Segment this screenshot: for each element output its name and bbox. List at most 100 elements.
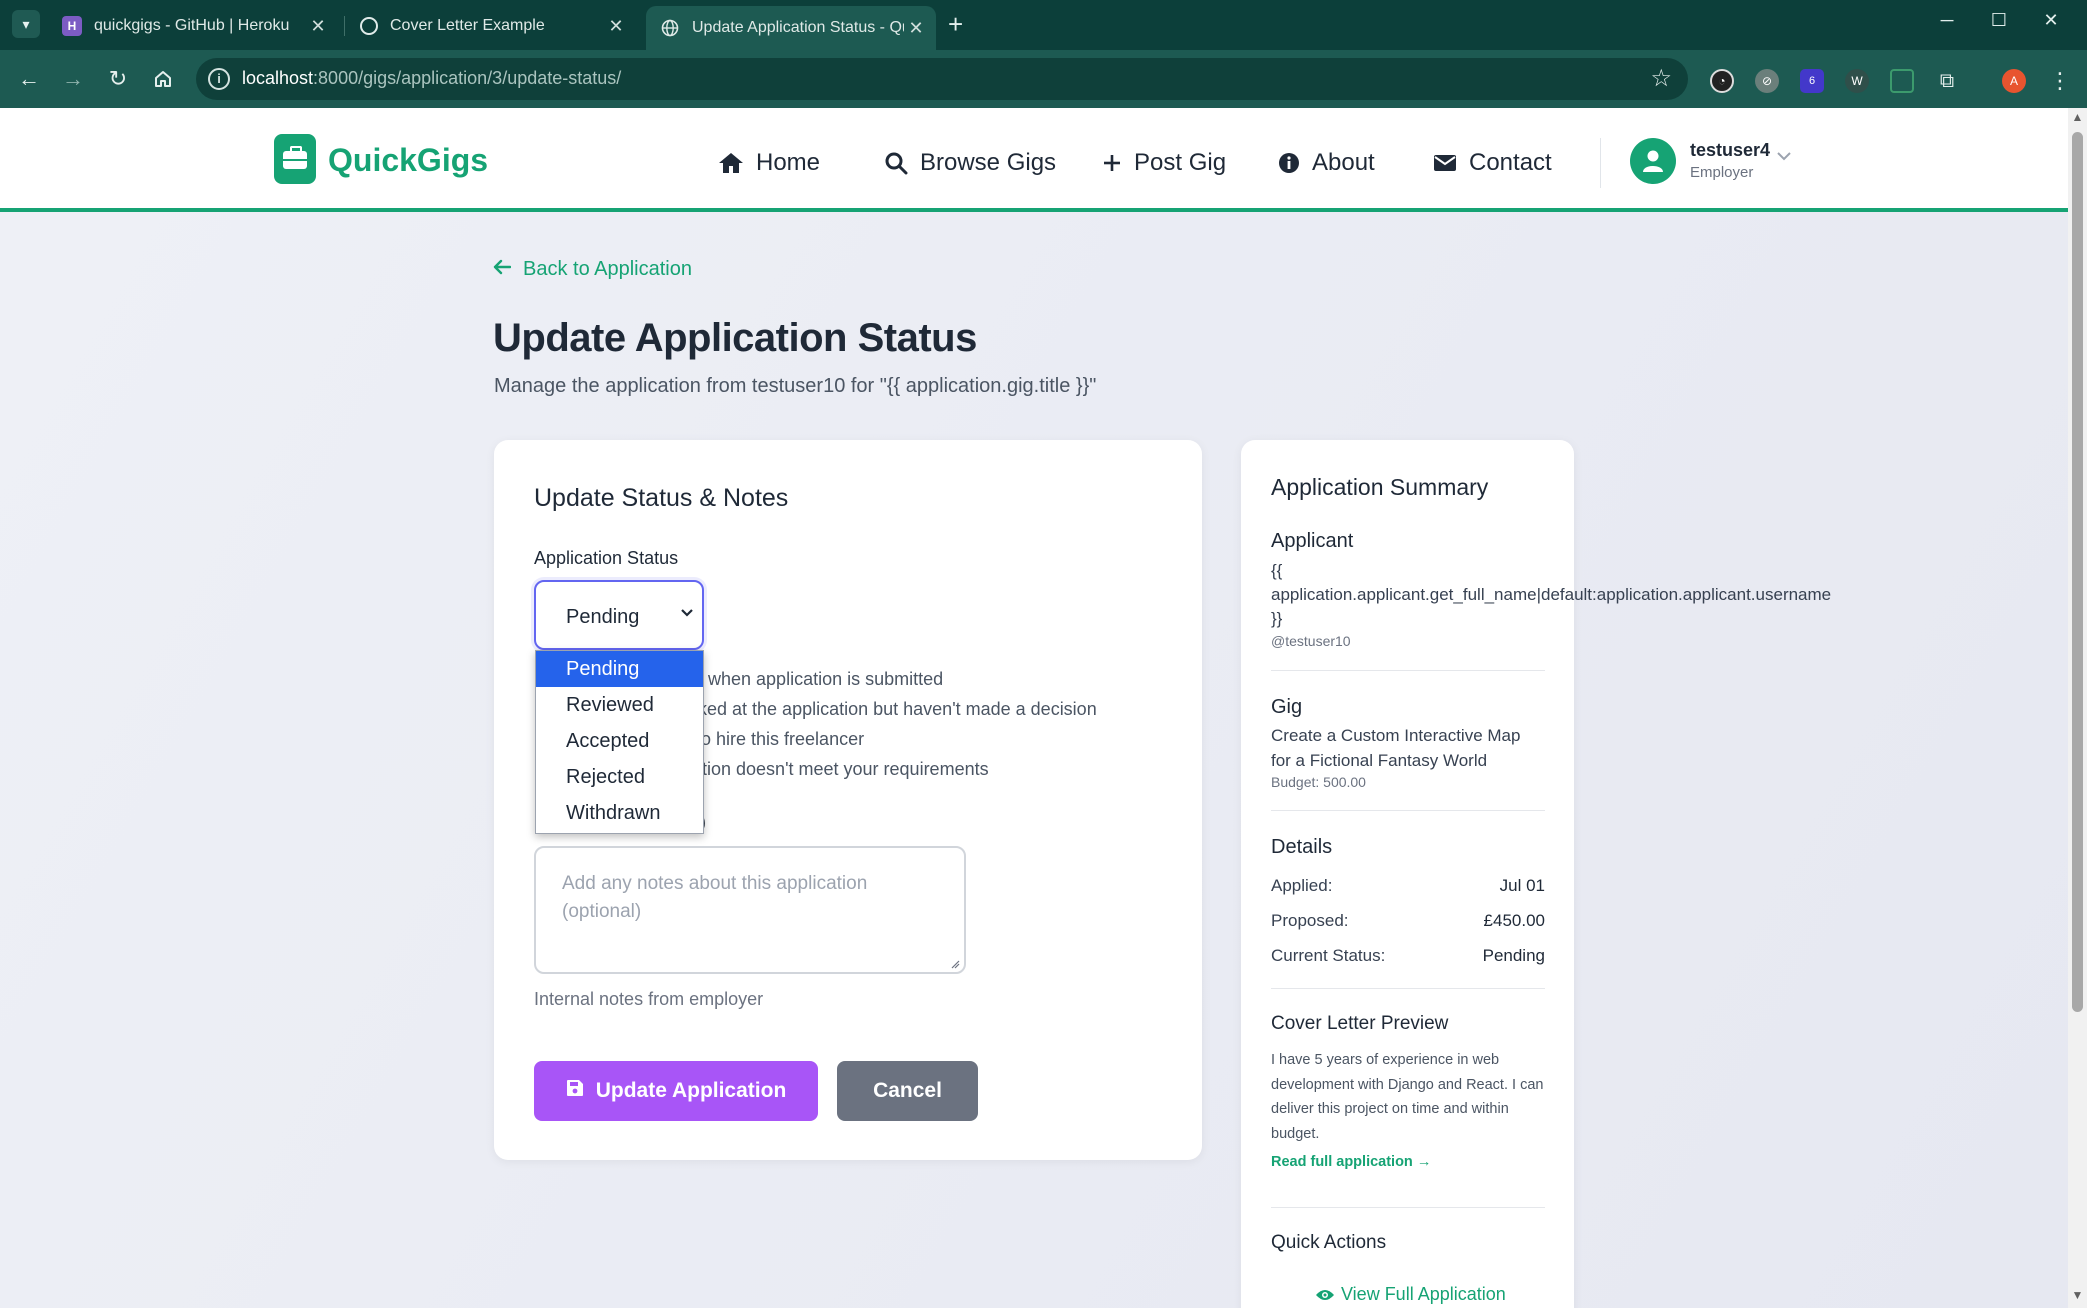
- nav-browse-gigs[interactable]: Browse Gigs: [884, 146, 1056, 180]
- notes-help-text: Internal notes from employer: [534, 989, 764, 1009]
- extension-icon[interactable]: 6: [1800, 69, 1824, 93]
- forward-arrow-icon[interactable]: →: [58, 64, 88, 94]
- briefcase-logo-icon[interactable]: [274, 134, 316, 184]
- detail-applied-value: Jul 01: [1499, 876, 1545, 895]
- globe-favicon-icon: [660, 18, 680, 38]
- nav-label: About: [1312, 149, 1375, 176]
- close-tab-icon[interactable]: ✕: [904, 18, 928, 39]
- detail-applied-label: Applied:: [1271, 876, 1333, 895]
- back-link-label: Back to Application: [523, 258, 692, 280]
- nav-label: Post Gig: [1134, 149, 1227, 176]
- nav-label: Contact: [1469, 149, 1552, 176]
- extension-icon[interactable]: ⊘: [1755, 69, 1779, 93]
- applicant-template-close: }}: [1271, 609, 1283, 628]
- browser-tab-active[interactable]: Update Application Status - QuickGigs ✕: [646, 6, 936, 50]
- address-bar[interactable]: i localhost:8000/gigs/application/3/upda…: [196, 58, 1688, 100]
- cover-letter-heading: Cover Letter Preview: [1271, 1013, 1449, 1034]
- resize-grip-icon[interactable]: [950, 959, 960, 969]
- minimize-icon[interactable]: ─: [1927, 10, 1967, 31]
- extension-icon[interactable]: W: [1845, 69, 1869, 93]
- heroku-favicon-icon: H: [62, 16, 82, 36]
- status-select[interactable]: Pending: [534, 580, 704, 650]
- update-button-label: Update Application: [595, 1079, 787, 1102]
- view-full-application-link[interactable]: View Full Application: [1315, 1284, 1506, 1305]
- extension-icon[interactable]: ◔: [1710, 69, 1734, 93]
- brand-logo[interactable]: QuickGigs: [328, 142, 488, 179]
- notes-placeholder: Add any notes about this application (op…: [562, 873, 868, 922]
- scrollbar-thumb[interactable]: [2072, 132, 2083, 1012]
- status-option-rejected[interactable]: Rejected: [536, 759, 703, 795]
- scroll-down-arrow-icon[interactable]: ▼: [2071, 1288, 2084, 1302]
- detail-proposed-label: Proposed:: [1271, 911, 1349, 930]
- site-header: QuickGigs Home Browse Gigs Post Gig Abou…: [0, 108, 2068, 212]
- nav-about[interactable]: About: [1278, 146, 1375, 180]
- nav-home[interactable]: Home: [718, 146, 820, 180]
- reload-icon[interactable]: ↻: [103, 64, 133, 94]
- home-icon[interactable]: [148, 64, 178, 94]
- divider: [1271, 810, 1545, 811]
- divider: [1271, 988, 1545, 989]
- status-label: Application Status: [534, 548, 679, 568]
- divider: [1271, 670, 1545, 671]
- status-help-pending: when application is submitted: [708, 669, 944, 689]
- applicant-handle: @testuser10: [1271, 633, 1351, 649]
- bookmark-star-icon[interactable]: ☆: [1650, 64, 1672, 93]
- status-option-pending[interactable]: Pending: [536, 651, 703, 687]
- status-select-value: Pending: [566, 606, 640, 628]
- close-window-icon[interactable]: ✕: [2031, 10, 2071, 31]
- details-heading: Details: [1271, 836, 1333, 858]
- detail-status-value: Pending: [1482, 946, 1545, 965]
- user-name[interactable]: testuser4: [1690, 140, 1770, 161]
- scroll-up-arrow-icon[interactable]: ▲: [2071, 110, 2084, 124]
- extension-icon[interactable]: [1890, 69, 1914, 93]
- browser-menu-icon[interactable]: ⋮: [2048, 68, 2072, 93]
- detail-status-label: Current Status:: [1271, 946, 1386, 965]
- update-application-button[interactable]: Update Application: [534, 1061, 818, 1121]
- status-option-reviewed[interactable]: Reviewed: [536, 687, 703, 723]
- browser-tab-cover-letter[interactable]: Cover Letter Example ✕: [346, 6, 636, 46]
- nav-label: Browse Gigs: [920, 149, 1057, 176]
- status-option-withdrawn[interactable]: Withdrawn: [536, 795, 703, 831]
- status-dropdown-list: Pending Reviewed Accepted Rejected Withd…: [535, 650, 704, 834]
- page-scrollbar[interactable]: ▲ ▼: [2068, 108, 2087, 1308]
- browser-tab-heroku[interactable]: H quickgigs - GitHub | Heroku ✕: [48, 6, 338, 46]
- tab-title: Cover Letter Example: [390, 17, 545, 34]
- profile-avatar[interactable]: A: [2002, 69, 2026, 93]
- close-tab-icon[interactable]: ✕: [306, 16, 330, 37]
- applicant-heading: Applicant: [1271, 530, 1354, 552]
- divider: [1271, 1207, 1545, 1208]
- nav-post-gig[interactable]: Post Gig: [1102, 146, 1226, 180]
- cover-letter-preview: I have 5 years of experience in web deve…: [1271, 1052, 1544, 1142]
- chevron-down-icon[interactable]: [1776, 148, 1792, 166]
- back-to-application-link[interactable]: Back to Application: [493, 258, 692, 281]
- user-avatar[interactable]: [1630, 138, 1676, 184]
- view-full-label: View Full Application: [1341, 1284, 1506, 1304]
- search-icon: [884, 151, 908, 175]
- close-tab-icon[interactable]: ✕: [604, 16, 628, 37]
- tab-title: quickgigs - GitHub | Heroku: [94, 17, 290, 34]
- extensions-puzzle-icon[interactable]: ⧉: [1935, 69, 1959, 93]
- read-full-application-link[interactable]: Read full application →: [1271, 1154, 1431, 1170]
- cancel-button[interactable]: Cancel: [837, 1061, 978, 1121]
- new-tab-button[interactable]: +: [948, 10, 963, 38]
- nav-contact[interactable]: Contact: [1433, 146, 1552, 180]
- applicant-template-expr: application.applicant.get_full_name|defa…: [1271, 585, 1832, 604]
- maximize-icon[interactable]: ☐: [1979, 10, 2019, 31]
- url-text: localhost:8000/gigs/application/3/update…: [242, 68, 622, 88]
- chatgpt-favicon-icon: [360, 17, 378, 35]
- application-summary-card: Application Summary Applicant {{ applica…: [1241, 440, 1831, 1308]
- notes-textarea[interactable]: Add any notes about this application (op…: [534, 846, 966, 974]
- browser-tab-bar: ▾ H quickgigs - GitHub | Heroku ✕ Cover …: [0, 0, 2087, 50]
- status-option-accepted[interactable]: Accepted: [536, 723, 703, 759]
- status-help-rejected: tion doesn't meet your requirements: [702, 759, 989, 779]
- user-role: Employer: [1690, 164, 1754, 181]
- info-icon: [1278, 152, 1300, 174]
- home-icon: [718, 151, 744, 175]
- summary-title: Application Summary: [1271, 474, 1489, 500]
- back-arrow-icon[interactable]: ←: [14, 64, 44, 94]
- site-info-icon[interactable]: i: [208, 68, 230, 90]
- form-heading: Update Status & Notes: [534, 484, 789, 512]
- save-icon: [566, 1079, 584, 1103]
- tab-search-button[interactable]: ▾: [12, 10, 40, 38]
- nav-label: Home: [756, 149, 821, 176]
